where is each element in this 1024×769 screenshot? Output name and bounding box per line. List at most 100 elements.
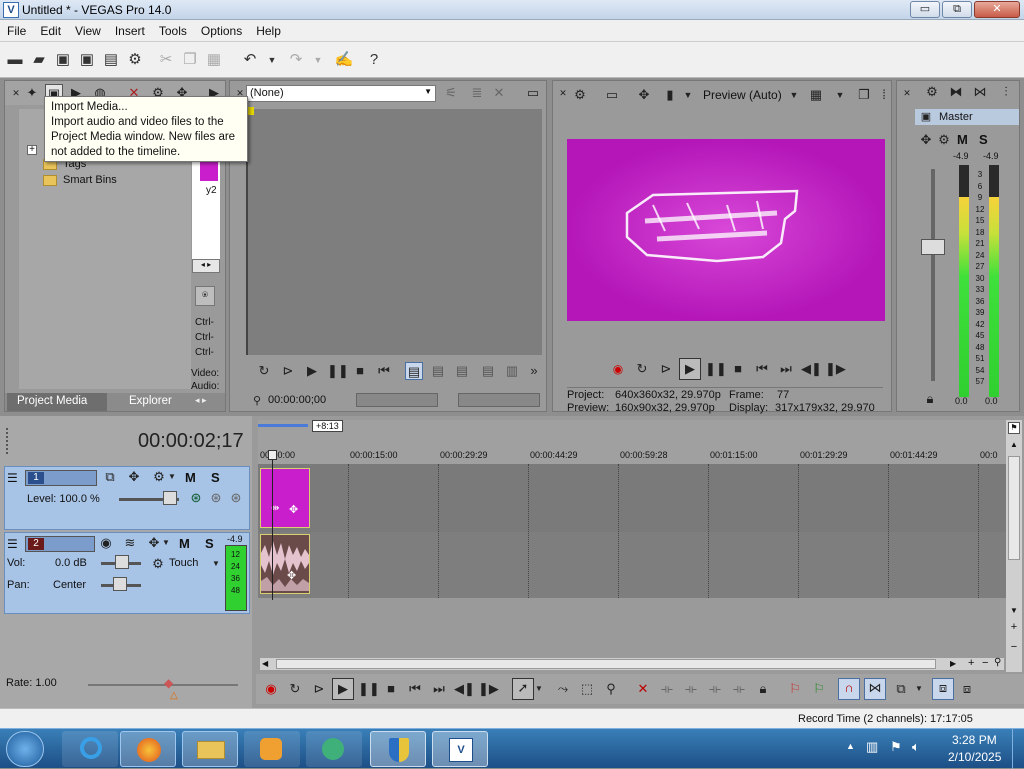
audio-track-header[interactable]: ☰ 2 ◉ ≋ ✥ ▼ M S -4.9 12 24 36 48 Vol: 0.… [4,532,250,614]
insert-marker-icon[interactable]: ⚐ [786,680,804,698]
tab-explorer[interactable]: Explorer [117,395,184,407]
compositing-child-icon[interactable]: ⊛ [207,489,225,507]
horizontal-scrollbar[interactable]: ◀ ▶ + − ⚲ [260,657,1004,670]
tab-project-media[interactable]: Project Media [7,393,107,411]
edit-tool-dropdown-icon[interactable]: ▼ [534,680,544,698]
network-icon[interactable]: ▥ [866,739,878,755]
horizontal-scroll-thumb[interactable] [276,659,936,669]
timeline-ruler[interactable]: +8:13 00:00:00 00:00:15:00 00:00:29:29 00:0… [258,420,1006,464]
trimmer-view-area[interactable] [246,107,542,355]
action-center-flag-icon[interactable]: ⚑ [890,739,902,755]
master-fx-icon[interactable]: ⚙ [935,131,953,149]
auto-ripple-icon[interactable]: ⧉ [892,680,910,698]
preview-stop-icon[interactable]: ■ [729,360,747,378]
transport-prev-frame-icon[interactable]: ◀❚ [454,680,475,698]
app-green-icon[interactable] [306,731,362,767]
next-frame-icon[interactable]: ❚▶ [825,360,846,378]
undo-dropdown-icon[interactable]: ▼ [262,50,282,70]
properties-gear-icon[interactable]: ⚙ [125,50,145,70]
ignore-grouping-icon[interactable]: ⧈ [958,680,976,698]
tab-scroll-icon[interactable]: ◂ ▸ [195,395,207,406]
file-explorer-icon[interactable] [182,731,238,767]
preview-play-from-start-icon[interactable]: ⊳ [657,360,675,378]
zoom-tool-icon[interactable]: ⚲ [994,657,1004,668]
master-pan-icon[interactable]: ✥ [917,131,935,149]
zoom-out-horizontal-icon[interactable]: − [982,657,992,669]
playhead[interactable] [272,450,273,600]
external-monitor-icon[interactable]: ▭ [603,86,621,104]
selection-tool-icon[interactable]: ⬚ [578,680,596,698]
internet-explorer-icon[interactable] [62,731,118,767]
transport-end-icon[interactable]: ⏭ [430,680,448,698]
close-preview-icon[interactable]: ✕ [554,84,572,102]
dim-output-icon[interactable]: ⋈ [971,83,989,101]
previous-frame-icon[interactable]: ◀❚ [801,360,822,378]
media-options-icon[interactable]: ⍟ [195,286,215,306]
volume-muted-icon[interactable]: 🔈︎ [912,739,920,755]
trim-end-icon[interactable]: ⟛ [706,680,724,698]
transport-stop-icon[interactable]: ■ [382,680,400,698]
envelope-tool-icon[interactable]: ⤳ [554,680,572,698]
maximize-button[interactable]: ⧉ [942,1,972,18]
level-slider-handle[interactable] [163,491,177,505]
trimmer-options-icon[interactable]: ≣ [468,84,486,102]
split-screen-icon[interactable]: ✥ [635,86,653,104]
trimmer-view-icon[interactable]: ▭ [524,84,542,102]
menu-help[interactable]: Help [249,20,288,41]
audio-clip[interactable]: ✥ [260,534,310,594]
pause-icon[interactable]: ❚❚ [327,362,349,380]
invert-phase-icon[interactable]: ≋ [121,534,139,552]
rate-slider-handle[interactable]: ◆ [164,676,173,690]
whats-this-help-icon[interactable]: ? [364,50,384,70]
transport-start-icon[interactable]: ⏮ [406,680,424,698]
transport-play-icon[interactable]: ▶ [332,678,354,700]
redo-icon[interactable]: ↷ [286,50,306,70]
menu-view[interactable]: View [68,20,108,41]
audio-track-name-field[interactable]: 2 [25,536,95,552]
play-from-start-icon[interactable]: ⊳ [279,362,297,380]
video-preview-frame[interactable] [567,139,885,321]
audio-collapse-icon[interactable]: ☰ [7,537,18,551]
master-mute-button[interactable]: M [957,132,968,147]
touch-dropdown-icon[interactable]: ▼ [207,555,225,573]
auto-crossfade-icon[interactable]: ⋈ [864,678,886,700]
firefox-icon[interactable] [120,731,176,767]
preview-start-icon[interactable]: ⏮ [753,360,771,378]
clock-date[interactable]: 2/10/2025 [948,750,1001,764]
add-before-icon[interactable]: ▤ [453,362,471,380]
media-fx-icon[interactable]: ✦ [23,84,41,102]
master-properties-icon[interactable]: ⚙ [923,83,941,101]
normal-edit-tool-icon[interactable]: ➚ [512,678,534,700]
trimmer-source-dropdown[interactable]: (None) ▼ [246,85,436,102]
master-insert-icon[interactable]: ▣ [917,108,935,126]
overlays-dropdown-icon[interactable]: ▼ [831,86,849,104]
open-folder-icon[interactable]: ▰ [29,50,49,70]
fx-dropdown-icon[interactable]: ▼ [679,86,697,104]
preview-properties-icon[interactable]: ⚙ [571,86,589,104]
trimmer-length-field[interactable] [458,393,540,407]
preview-pause-icon[interactable]: ❚❚ [705,360,727,378]
zoom-in-vertical-icon[interactable]: + [1008,622,1020,634]
lock-envelopes-icon[interactable]: ⧈ [932,678,954,700]
new-project-icon[interactable]: ▬ [5,50,25,70]
scroll-right-icon[interactable]: ▶ [950,659,960,669]
horizontal-scroll-arrows-icon[interactable]: ◂ ▸ [192,259,220,273]
scroll-up-icon[interactable]: ▲ [1008,440,1020,450]
video-fx-icon[interactable]: ▮ [661,86,679,104]
preview-loop-icon[interactable]: ↻ [633,360,651,378]
quality-dropdown-icon[interactable]: ▼ [785,86,803,104]
cut-icon[interactable]: ✂ [156,50,176,70]
loop-region[interactable] [258,424,308,427]
close-master-icon[interactable]: ✕ [898,84,916,102]
drag-handle[interactable] [6,428,10,454]
ripple-dropdown-icon[interactable]: ▼ [914,680,924,698]
menu-edit[interactable]: Edit [33,20,68,41]
transport-record-icon[interactable]: ◉ [262,680,280,698]
paste-icon[interactable]: ▦ [204,50,224,70]
video-track-name-field[interactable]: 1 [25,470,97,486]
mixer-faders-icon[interactable]: ⫶ [997,83,1015,101]
preview-more-icon[interactable]: ⁞ [875,86,893,104]
more-controls-icon[interactable]: » [525,362,543,380]
minimize-button[interactable]: ▭ [910,1,940,18]
show-desktop-button[interactable] [1012,729,1024,769]
